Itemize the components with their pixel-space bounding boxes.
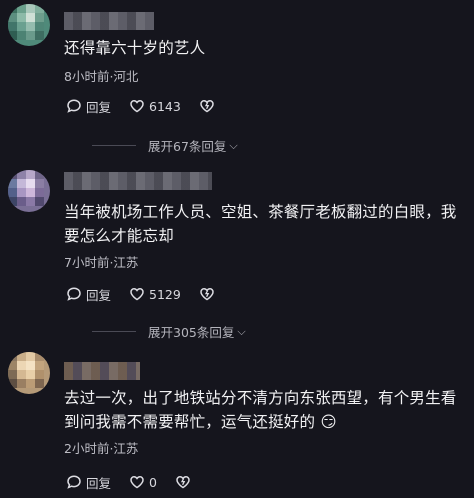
comment-meta: 8小时前·河北 <box>64 69 139 84</box>
reply-label: 回复 <box>86 475 112 491</box>
like-count: 5129 <box>149 286 181 302</box>
comment-actions: 回复 0 <box>66 472 213 492</box>
reply-bubble-icon <box>67 475 81 489</box>
comment-meta: 2小时前·江苏 <box>64 441 139 456</box>
chevron-down-icon: ⌵ <box>237 324 246 338</box>
username-blurred[interactable] <box>64 12 154 30</box>
username-blurred[interactable] <box>64 172 212 190</box>
like-button[interactable]: 5129 <box>129 286 181 302</box>
reply-label: 回复 <box>86 287 112 303</box>
divider <box>92 145 136 146</box>
expand-label: 展开305条回复 <box>148 325 235 340</box>
reply-button[interactable]: 回复 <box>66 285 111 304</box>
comment-meta: 7小时前·江苏 <box>64 255 139 270</box>
heart-icon <box>130 288 144 301</box>
like-count: 6143 <box>149 98 181 114</box>
heart-icon <box>130 100 144 113</box>
comment-actions: 回复 6143 <box>66 96 237 116</box>
username-blurred[interactable] <box>64 362 140 380</box>
like-count: 0 <box>149 474 157 490</box>
heart-icon <box>130 476 144 489</box>
like-button[interactable]: 6143 <box>129 98 181 114</box>
comment-actions: 回复 5129 <box>66 284 237 304</box>
avatar[interactable] <box>8 352 50 394</box>
expand-label: 展开67条回复 <box>148 139 227 154</box>
reply-bubble-icon <box>67 287 81 301</box>
dislike-button[interactable] <box>199 98 219 114</box>
dislike-button[interactable] <box>199 286 219 302</box>
dislike-heart-icon <box>200 100 214 113</box>
comment-text: 去过一次，出了地铁站分不清方向东张西望，有个男生看到问我需不需要帮忙，运气还挺好… <box>64 389 457 431</box>
reply-label: 回复 <box>86 99 112 115</box>
comment-text: 还得靠六十岁的艺人 <box>64 39 206 57</box>
dislike-button[interactable] <box>175 474 195 490</box>
avatar[interactable] <box>8 170 50 212</box>
expand-replies-button[interactable]: 展开305条回复 ⌵ <box>92 322 246 341</box>
dislike-heart-icon <box>176 476 190 489</box>
reply-button[interactable]: 回复 <box>66 473 111 492</box>
dislike-heart-icon <box>200 288 214 301</box>
reply-bubble-icon <box>67 99 81 113</box>
comment-text: 当年被机场工作人员、空姐、茶餐厅老板翻过的白眼，我要怎么才能忘却 <box>64 203 457 245</box>
divider <box>92 331 136 332</box>
like-button[interactable]: 0 <box>129 474 157 490</box>
expand-replies-button[interactable]: 展开67条回复 ⌵ <box>92 136 238 155</box>
avatar[interactable] <box>8 4 50 46</box>
chevron-down-icon: ⌵ <box>229 138 238 152</box>
reply-button[interactable]: 回复 <box>66 97 111 116</box>
